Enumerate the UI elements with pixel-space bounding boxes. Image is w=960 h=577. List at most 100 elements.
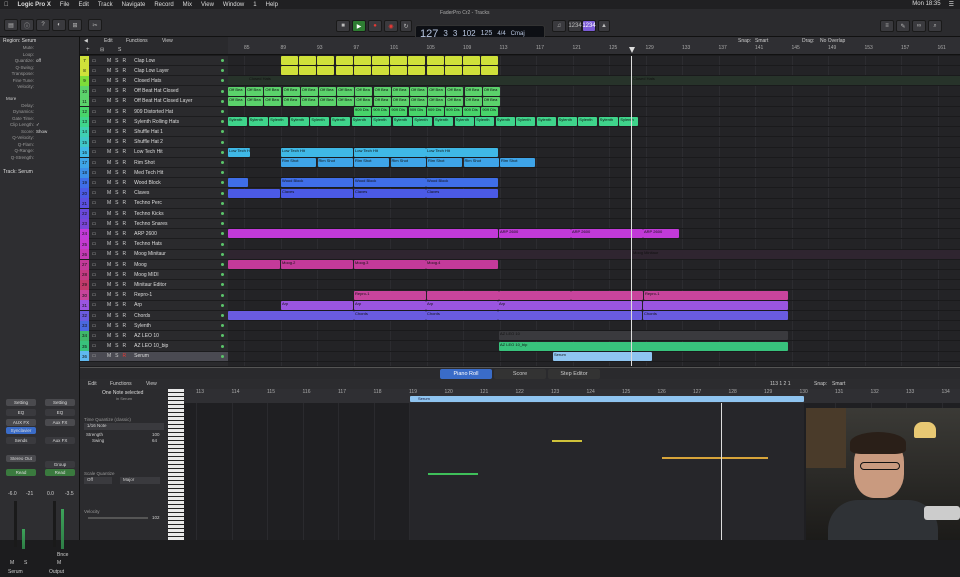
region[interactable]: Sylenth: [269, 117, 289, 127]
track-on-indicator[interactable]: [221, 201, 224, 205]
track-on-indicator[interactable]: [221, 69, 224, 73]
inspector-value[interactable]: off: [36, 58, 41, 64]
track-on-indicator[interactable]: [221, 273, 224, 277]
track-on-indicator[interactable]: [221, 161, 224, 164]
track-row[interactable]: 29 ▭ M S R Minitaur Editor: [80, 279, 228, 291]
eq-button[interactable]: EQ: [45, 409, 75, 416]
region[interactable]: Off Bea: [446, 96, 464, 106]
record-enable-button[interactable]: R: [123, 149, 127, 155]
region[interactable]: Sylenth: [331, 117, 350, 127]
back-icon[interactable]: ◀: [84, 38, 88, 44]
region[interactable]: Claves: [354, 188, 426, 198]
global-tracks-icon[interactable]: ⊟: [100, 47, 104, 53]
region[interactable]: Sylenth: [537, 117, 556, 127]
region[interactable]: [571, 290, 643, 300]
solo-button[interactable]: S: [115, 160, 118, 166]
track-name[interactable]: Techno Snares: [134, 221, 167, 227]
eq-button[interactable]: EQ: [6, 409, 36, 416]
track-lane[interactable]: [228, 199, 960, 209]
fx-slot[interactable]: Aux FX: [45, 419, 75, 426]
track-name[interactable]: Sylenth: [134, 323, 151, 329]
region[interactable]: Wood Block: [354, 178, 426, 188]
track-row[interactable]: 9 ▭ M S R Closed Hats: [80, 75, 228, 87]
menu-icon[interactable]: ☰: [949, 1, 954, 8]
record-enable-button[interactable]: R: [123, 78, 127, 84]
region[interactable]: [408, 56, 426, 65]
region[interactable]: Closed Hats: [632, 76, 692, 85]
track-name[interactable]: Techno Perc: [134, 200, 162, 206]
track-lane[interactable]: [228, 168, 960, 179]
record-enable-button[interactable]: R: [123, 302, 127, 308]
inspector-row[interactable]: Clip Length: ✓: [0, 122, 80, 128]
mute-button[interactable]: M: [107, 282, 111, 288]
solo-button[interactable]: S: [115, 302, 118, 308]
track-lane[interactable]: [228, 270, 960, 281]
region[interactable]: Off Bea: [228, 96, 245, 106]
track-row[interactable]: 14 ▭ M S R Shuffle Hat 1: [80, 126, 228, 138]
mute-button[interactable]: M: [107, 231, 111, 237]
track-row[interactable]: 33 ▭ M S R Sylenth: [80, 320, 228, 332]
solo-button[interactable]: S: [115, 119, 118, 125]
region[interactable]: Chords: [354, 311, 426, 320]
midi-note[interactable]: [552, 440, 582, 442]
edit-menu[interactable]: Edit: [104, 38, 113, 44]
region[interactable]: [228, 188, 280, 198]
track-name[interactable]: Chords: [134, 313, 150, 319]
track-on-indicator[interactable]: [221, 324, 224, 328]
menu-edit[interactable]: Edit: [79, 2, 89, 8]
tab-piano-roll[interactable]: Piano Roll: [440, 369, 492, 379]
solo-button[interactable]: S: [115, 231, 118, 237]
automation-mode[interactable]: Read: [6, 469, 36, 476]
track-name[interactable]: Clap Low Layer: [134, 68, 169, 74]
region[interactable]: [372, 56, 389, 65]
solo-button[interactable]: S: [115, 241, 118, 247]
playhead[interactable]: [631, 56, 632, 366]
record-enable-button[interactable]: R: [123, 129, 127, 135]
solo-button[interactable]: S: [115, 211, 118, 217]
track-on-indicator[interactable]: [221, 110, 224, 113]
solo-button[interactable]: S: [115, 68, 118, 74]
track-name[interactable]: Shuffle Hat 1: [134, 129, 163, 135]
mute-button[interactable]: M: [107, 262, 111, 268]
region[interactable]: [426, 56, 444, 65]
track-row[interactable]: 16 ▭ M S R Low Tech Hit: [80, 147, 228, 158]
inspector-row[interactable]: Q-Velocity:: [0, 135, 80, 141]
track-lane[interactable]: [228, 219, 960, 230]
notepad-button[interactable]: ✎: [896, 20, 910, 32]
mute-button[interactable]: M: [107, 251, 111, 257]
menu-file[interactable]: File: [60, 2, 70, 8]
mixer-button[interactable]: ⊞: [68, 19, 82, 31]
track-row[interactable]: 21 ▭ M S R Techno Perc: [80, 198, 228, 209]
track-name[interactable]: Shuffle Hat 2: [134, 139, 163, 145]
track-name[interactable]: Wood Block: [134, 180, 161, 186]
record-enable-button[interactable]: R: [123, 282, 127, 288]
record-enable-button[interactable]: R: [123, 343, 127, 349]
region[interactable]: Sylenth: [557, 117, 577, 127]
record-enable-button[interactable]: R: [123, 109, 127, 115]
track-name[interactable]: Moog: [134, 262, 147, 268]
mute-button[interactable]: M: [107, 200, 111, 206]
browser-button[interactable]: ⌕: [928, 20, 942, 32]
record-enable-button[interactable]: R: [123, 313, 127, 319]
region[interactable]: [228, 311, 354, 320]
region[interactable]: Low Tech Hit: [281, 147, 353, 157]
track-header[interactable]: Track: Serum: [3, 169, 33, 175]
track-on-indicator[interactable]: [221, 99, 224, 103]
menu-help[interactable]: Help: [266, 2, 278, 8]
region[interactable]: Off Bea: [464, 96, 482, 106]
region[interactable]: Wood Block: [426, 178, 498, 188]
region[interactable]: Sylenth: [228, 117, 247, 127]
track-lane[interactable]: [228, 249, 960, 260]
region[interactable]: Off Bea: [373, 86, 391, 96]
solo-button[interactable]: S: [115, 139, 118, 145]
region[interactable]: [463, 56, 480, 65]
region[interactable]: [281, 66, 298, 76]
track-on-indicator[interactable]: [221, 59, 224, 62]
region[interactable]: Off Bea: [337, 86, 355, 96]
region[interactable]: [427, 290, 499, 300]
region[interactable]: Sylenth: [516, 117, 536, 127]
midi-note[interactable]: [428, 473, 478, 475]
snap-select[interactable]: Smart: [755, 38, 768, 44]
fx-slot[interactable]: AUX FX: [6, 419, 36, 426]
insert-slot[interactable]: Synclavier: [6, 427, 36, 434]
